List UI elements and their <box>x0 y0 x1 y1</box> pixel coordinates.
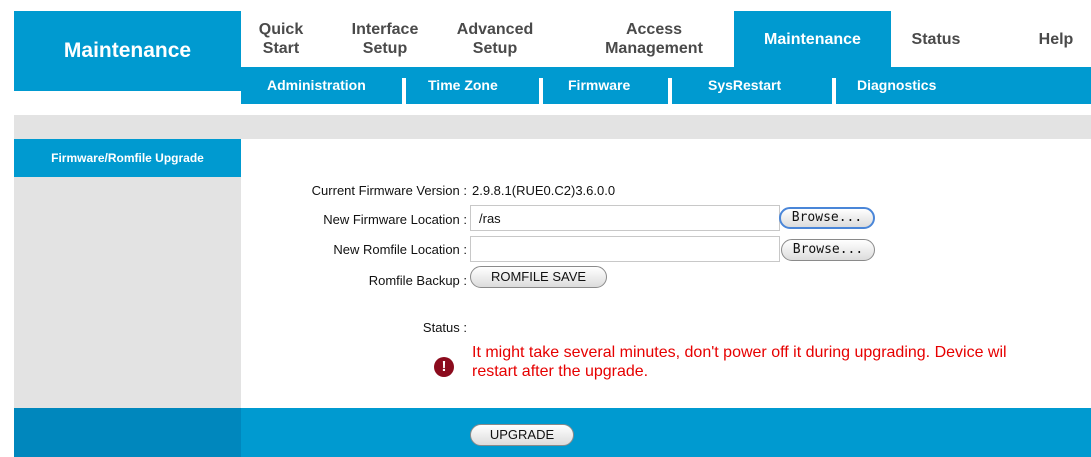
subnav-firmware[interactable]: Firmware <box>568 67 630 104</box>
subnav-time-zone[interactable]: Time Zone <box>428 67 498 104</box>
warning-line-2: restart after the upgrade. <box>472 363 649 380</box>
tab-access-management[interactable]: Access Management <box>574 11 734 67</box>
upgrade-button[interactable]: UPGRADE <box>470 424 574 446</box>
tab-label-line1: Access <box>625 21 683 38</box>
firmware-browse-button[interactable]: Browse... <box>779 207 875 229</box>
status-label: Status : <box>422 320 467 335</box>
tab-label-line2: Management <box>605 40 703 57</box>
footer-bar: UPGRADE <box>14 408 1091 457</box>
tab-quick-start[interactable]: Quick Start <box>241 11 321 67</box>
sidebar-item-firmware-romfile-upgrade[interactable]: Firmware/Romfile Upgrade <box>14 139 241 177</box>
exclamation-icon: ! <box>434 357 454 377</box>
current-firmware-value: 2.9.8.1(RUE0.C2)3.6.0.0 <box>472 183 616 198</box>
subnav-diagnostics[interactable]: Diagnostics <box>857 67 936 104</box>
subnav-divider <box>539 78 543 104</box>
tab-label-line2: Start <box>262 40 300 57</box>
brand-header: Maintenance <box>14 11 241 91</box>
current-firmware-label: Current Firmware Version : <box>311 183 467 198</box>
tab-label-line1: Status <box>911 30 961 48</box>
tab-label-line1: Quick <box>258 21 304 38</box>
subnav-divider <box>402 78 406 104</box>
new-firmware-location-input[interactable] <box>470 205 780 231</box>
warning-line-1: It might take several minutes, don't pow… <box>472 344 1007 361</box>
tab-status[interactable]: Status <box>891 11 981 67</box>
sub-nav: Administration Time Zone Firmware SysRes… <box>241 67 1091 104</box>
tab-advanced-setup[interactable]: Advanced Setup <box>447 11 543 67</box>
new-romfile-label: New Romfile Location : <box>333 242 467 257</box>
tab-label-line2: Setup <box>362 40 408 57</box>
new-romfile-location-input[interactable] <box>470 236 780 262</box>
subnav-sysrestart[interactable]: SysRestart <box>708 67 781 104</box>
tab-label-line1: Maintenance <box>764 30 861 48</box>
tab-label-line1: Advanced <box>456 21 534 38</box>
brand-title: Maintenance <box>63 39 192 62</box>
subnav-divider <box>832 78 836 104</box>
tab-label-line1: Interface <box>351 21 419 38</box>
romfile-save-button[interactable]: ROMFILE SAVE <box>470 266 607 288</box>
tab-help[interactable]: Help <box>1021 11 1091 67</box>
tab-label-line1: Help <box>1038 30 1074 48</box>
top-nav: Quick Start Interface Setup Advanced Set… <box>241 11 1091 67</box>
subnav-divider <box>668 78 672 104</box>
tab-interface-setup[interactable]: Interface Setup <box>337 11 433 67</box>
upgrade-warning-message: It might take several minutes, don't pow… <box>472 343 1091 381</box>
footer-left-panel <box>14 408 241 457</box>
tab-maintenance[interactable]: Maintenance <box>734 11 891 67</box>
romfile-browse-button[interactable]: Browse... <box>781 239 875 261</box>
new-firmware-label: New Firmware Location : <box>323 212 467 227</box>
tab-label-line2: Setup <box>472 40 518 57</box>
header-divider-band <box>14 115 1091 139</box>
romfile-backup-label: Romfile Backup : <box>368 273 467 288</box>
subnav-administration[interactable]: Administration <box>267 67 366 104</box>
